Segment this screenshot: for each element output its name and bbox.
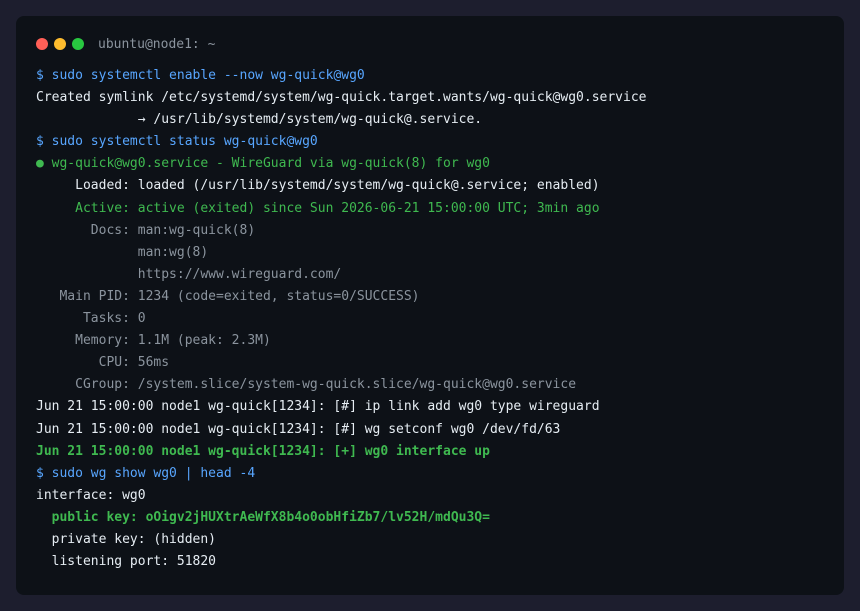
output-line: Main PID: 1234 (code=exited, status=0/SU… [36, 288, 420, 304]
output-line: man:wg(8) [36, 244, 209, 260]
output-line: Docs: man:wg-quick(8) [36, 222, 256, 238]
output-line: Active: active (exited) since Sun 2026-0… [36, 200, 600, 216]
output-line: CGroup: /system.slice/system-wg-quick.sl… [36, 377, 577, 393]
output-line: Created symlink /etc/systemd/system/wg-q… [36, 90, 647, 106]
output-line: Tasks: 0 [36, 311, 146, 327]
command-line: $ sudo systemctl status wg-quick@wg0 [36, 134, 318, 150]
output-line: Jun 21 15:00:00 node1 wg-quick[1234]: [#… [36, 399, 600, 415]
maximize-window-button[interactable] [72, 38, 84, 50]
terminal-output[interactable]: $ sudo systemctl enable --now wg-quick@w… [36, 65, 824, 573]
window-title: ubuntu@node1: ~ [98, 36, 216, 52]
title-bar: ubuntu@node1: ~ [36, 36, 824, 52]
output-line: private key: (hidden) [36, 531, 217, 547]
terminal-window: ubuntu@node1: ~ $ sudo systemctl enable … [16, 16, 844, 595]
output-line: CPU: 56ms [36, 355, 170, 371]
output-line: public key: oOigv2jHUXtrAeWfX8b4o0obHfiZ… [36, 509, 490, 525]
command-line: $ sudo systemctl enable --now wg-quick@w… [36, 68, 365, 83]
output-line: Memory: 1.1M (peak: 2.3M) [36, 333, 271, 349]
output-line: Loaded: loaded (/usr/lib/systemd/system/… [36, 178, 600, 194]
command-line: $ sudo wg show wg0 | head -4 [36, 465, 256, 481]
minimize-window-button[interactable] [54, 38, 66, 50]
output-line: Jun 21 15:00:00 node1 wg-quick[1234]: [+… [36, 443, 490, 459]
close-window-button[interactable] [36, 38, 48, 50]
output-line: Jun 21 15:00:00 node1 wg-quick[1234]: [#… [36, 421, 561, 437]
output-line: ● wg-quick@wg0.service - WireGuard via w… [36, 156, 490, 172]
output-line: https://www.wireguard.com/ [36, 266, 342, 282]
output-line: listening port: 51820 [36, 554, 217, 570]
output-line: interface: wg0 [36, 487, 146, 503]
output-line: → /usr/lib/systemd/system/wg-quick@.serv… [36, 112, 483, 128]
